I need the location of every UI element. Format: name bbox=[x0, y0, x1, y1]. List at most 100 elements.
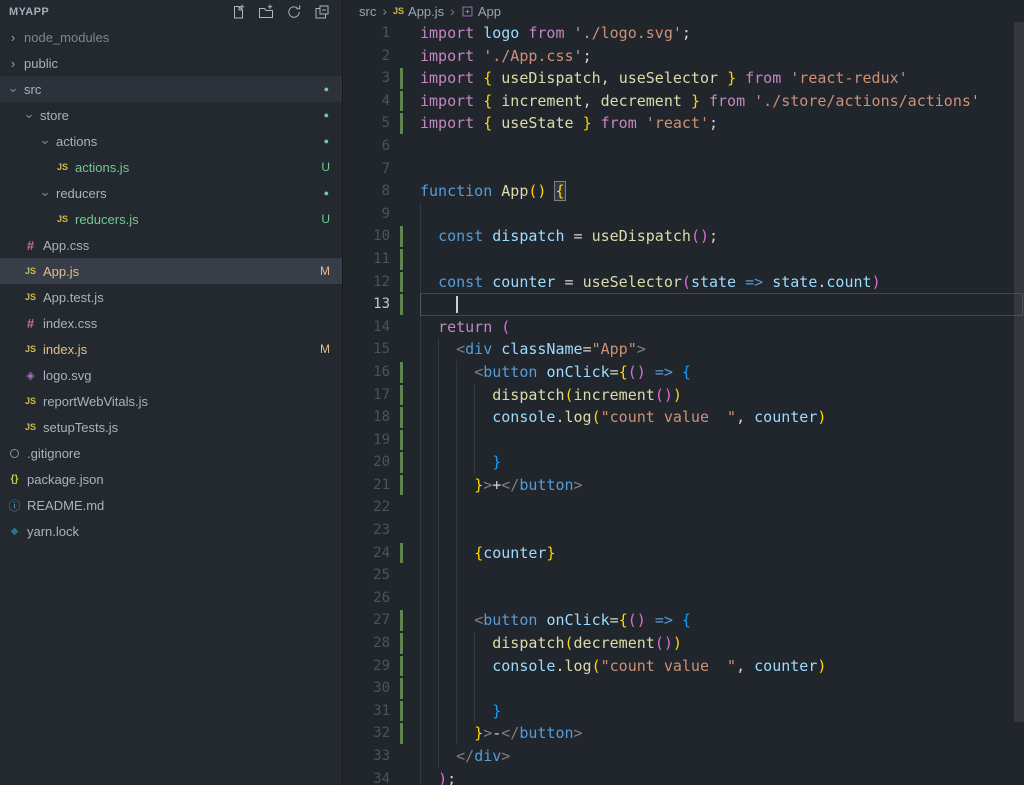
code-line[interactable]: 5 import { useState } from 'react'; bbox=[343, 112, 1024, 135]
code-line[interactable]: 32 }>-</button> bbox=[343, 722, 1024, 745]
code-line[interactable]: 9 bbox=[343, 202, 1024, 226]
code-line[interactable]: 14 return ( bbox=[343, 315, 1024, 339]
editor-scrollbar[interactable] bbox=[1014, 22, 1024, 785]
refresh-explorer-icon[interactable] bbox=[286, 4, 302, 20]
line-number[interactable]: 29 bbox=[343, 655, 390, 678]
tree-item-store[interactable]: › store ● bbox=[0, 102, 342, 128]
line-number[interactable]: 34 bbox=[343, 768, 390, 785]
code-line[interactable]: 13 bbox=[343, 293, 1024, 316]
breadcrumb-item-app-js[interactable]: JS App.js bbox=[393, 4, 444, 19]
tree-item-readme-md[interactable]: ⓘ README.md bbox=[0, 492, 342, 518]
line-number[interactable]: 16 bbox=[343, 361, 390, 384]
code-line[interactable]: 34 ); bbox=[343, 767, 1024, 785]
code-line[interactable]: 26 bbox=[343, 586, 1024, 610]
line-number[interactable]: 7 bbox=[343, 158, 390, 181]
code-line[interactable]: 4 import { increment, decrement } from '.… bbox=[343, 90, 1024, 113]
breadcrumb-item-src[interactable]: src bbox=[359, 4, 376, 19]
line-number[interactable]: 31 bbox=[343, 700, 390, 723]
line-number[interactable]: 12 bbox=[343, 271, 390, 294]
tree-item-index-js[interactable]: JS index.js M bbox=[0, 336, 342, 362]
code-line[interactable]: 28 dispatch(decrement()) bbox=[343, 632, 1024, 655]
code-line[interactable]: 15 <div className="App"> bbox=[343, 338, 1024, 361]
line-number[interactable]: 24 bbox=[343, 542, 390, 565]
line-number[interactable]: 32 bbox=[343, 722, 390, 745]
line-number[interactable]: 10 bbox=[343, 225, 390, 248]
tree-item-src[interactable]: › src ● bbox=[0, 76, 342, 102]
code-line[interactable]: 18 console.log("count value ", counter) bbox=[343, 406, 1024, 429]
git-change-bar bbox=[400, 384, 403, 406]
line-number[interactable]: 4 bbox=[343, 90, 390, 113]
code-line[interactable]: 1 import logo from './logo.svg'; bbox=[343, 22, 1024, 45]
line-number[interactable]: 6 bbox=[343, 135, 390, 158]
code-line[interactable]: 2 import './App.css'; bbox=[343, 45, 1024, 68]
tree-item-app-test-js[interactable]: JS App.test.js bbox=[0, 284, 342, 310]
line-number[interactable]: 33 bbox=[343, 745, 390, 768]
scrollbar-thumb[interactable] bbox=[1014, 22, 1024, 722]
tree-item--gitignore[interactable]: .gitignore bbox=[0, 440, 342, 466]
explorer-header: MYAPP bbox=[0, 0, 342, 24]
code-line[interactable]: 6 bbox=[343, 135, 1024, 158]
line-number[interactable]: 13 bbox=[343, 293, 390, 316]
new-file-icon[interactable] bbox=[230, 4, 246, 20]
code-line[interactable]: 19 bbox=[343, 428, 1024, 452]
line-number[interactable]: 27 bbox=[343, 609, 390, 632]
code-line[interactable]: 33 </div> bbox=[343, 745, 1024, 768]
line-number[interactable]: 3 bbox=[343, 67, 390, 90]
code-line[interactable]: 20 } bbox=[343, 451, 1024, 474]
line-number[interactable]: 19 bbox=[343, 429, 390, 452]
code-line[interactable]: 10 const dispatch = useDispatch(); bbox=[343, 225, 1024, 248]
line-number[interactable]: 22 bbox=[343, 496, 390, 519]
collapse-folders-icon[interactable] bbox=[314, 4, 330, 20]
tree-item-node-modules[interactable]: › node_modules bbox=[0, 24, 342, 50]
tree-item-index-css[interactable]: # index.css bbox=[0, 310, 342, 336]
tree-item-yarn-lock[interactable]: ◆ yarn.lock bbox=[0, 518, 342, 544]
tree-item-setuptests-js[interactable]: JS setupTests.js bbox=[0, 414, 342, 440]
tree-item-reportwebvitals-js[interactable]: JS reportWebVitals.js bbox=[0, 388, 342, 414]
breadcrumb-item-app[interactable]: App bbox=[461, 4, 501, 19]
tree-item-app-js[interactable]: JS App.js M bbox=[0, 258, 342, 284]
line-number[interactable]: 5 bbox=[343, 112, 390, 135]
line-number[interactable]: 8 bbox=[343, 180, 390, 203]
line-number[interactable]: 11 bbox=[343, 248, 390, 271]
line-number[interactable]: 1 bbox=[343, 22, 390, 45]
tree-item-actions-js[interactable]: JS actions.js U bbox=[0, 154, 342, 180]
line-number[interactable]: 25 bbox=[343, 564, 390, 587]
line-number[interactable]: 15 bbox=[343, 338, 390, 361]
code-line[interactable]: 22 bbox=[343, 496, 1024, 520]
code-line[interactable]: 29 console.log("count value ", counter) bbox=[343, 654, 1024, 678]
code-line[interactable]: 25 bbox=[343, 564, 1024, 587]
tree-item-package-json[interactable]: {} package.json bbox=[0, 466, 342, 492]
code-line[interactable]: 8 function App() { bbox=[343, 180, 1024, 203]
tree-item-reducers[interactable]: › reducers ● bbox=[0, 180, 342, 206]
code-area[interactable]: 1 import logo from './logo.svg'; 2 import '… bbox=[343, 22, 1024, 785]
code-line[interactable]: 12 const counter = useSelector(state => … bbox=[343, 270, 1024, 294]
code-line[interactable]: 31 } bbox=[343, 699, 1024, 723]
tree-item-public[interactable]: › public bbox=[0, 50, 342, 76]
code-line[interactable]: 11 bbox=[343, 247, 1024, 271]
line-number[interactable]: 23 bbox=[343, 519, 390, 542]
new-folder-icon[interactable] bbox=[258, 4, 274, 20]
code-line[interactable]: 27 <button onClick={() => { bbox=[343, 609, 1024, 633]
code-line[interactable]: 23 bbox=[343, 519, 1024, 542]
line-number[interactable]: 28 bbox=[343, 632, 390, 655]
code-line[interactable]: 30 bbox=[343, 677, 1024, 700]
tree-item-logo-svg[interactable]: ◈ logo.svg bbox=[0, 362, 342, 388]
code-line[interactable]: 7 bbox=[343, 158, 1024, 181]
line-number[interactable]: 21 bbox=[343, 474, 390, 497]
line-number[interactable]: 26 bbox=[343, 587, 390, 610]
code-line[interactable]: 24 {counter} bbox=[343, 541, 1024, 565]
code-line[interactable]: 16 <button onClick={() => { bbox=[343, 360, 1024, 384]
line-number[interactable]: 14 bbox=[343, 316, 390, 339]
line-number[interactable]: 18 bbox=[343, 406, 390, 429]
line-number[interactable]: 20 bbox=[343, 451, 390, 474]
line-number[interactable]: 17 bbox=[343, 384, 390, 407]
tree-item-reducers-js[interactable]: JS reducers.js U bbox=[0, 206, 342, 232]
code-line[interactable]: 3 import { useDispatch, useSelector } fro… bbox=[343, 67, 1024, 90]
tree-item-actions[interactable]: › actions ● bbox=[0, 128, 342, 154]
code-line[interactable]: 21 }>+</button> bbox=[343, 473, 1024, 497]
line-number[interactable]: 30 bbox=[343, 677, 390, 700]
code-line[interactable]: 17 dispatch(increment()) bbox=[343, 383, 1024, 407]
line-number[interactable]: 9 bbox=[343, 203, 390, 226]
tree-item-app-css[interactable]: # App.css bbox=[0, 232, 342, 258]
line-number[interactable]: 2 bbox=[343, 45, 390, 68]
